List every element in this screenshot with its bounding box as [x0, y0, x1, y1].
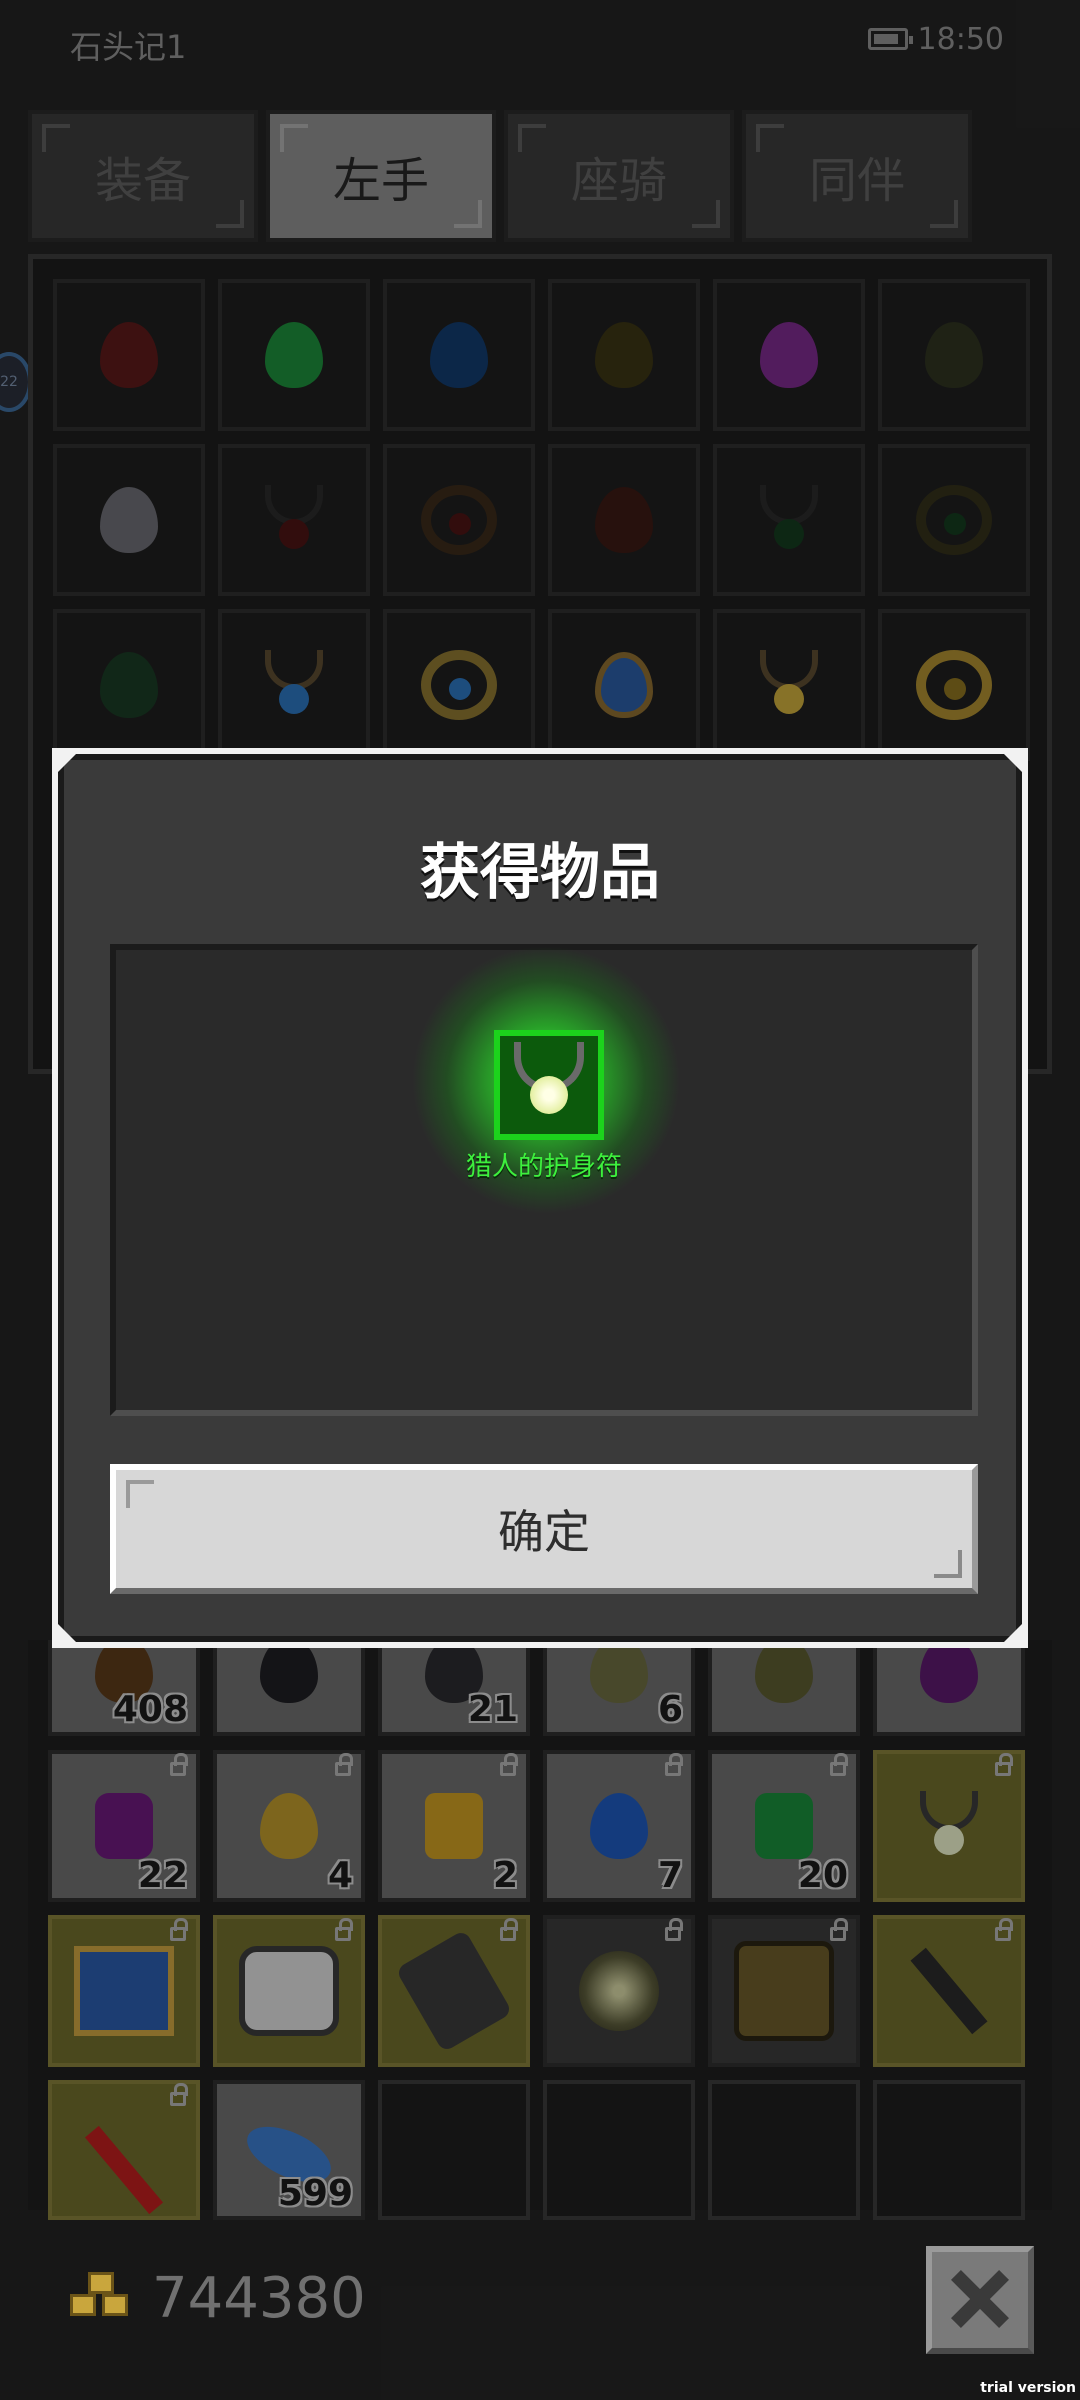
reward-area: 猎人的护身符: [110, 944, 978, 1416]
confirm-button[interactable]: 确定: [110, 1464, 978, 1594]
dialog-corner: [1000, 750, 1026, 776]
confirm-label: 确定: [498, 1505, 590, 1559]
reward-item-name: 猎人的护身符: [465, 1152, 622, 1182]
trial-watermark: trial version: [980, 2380, 1076, 2396]
gold-amount: 744380: [152, 2266, 366, 2331]
close-button[interactable]: [926, 2246, 1034, 2354]
dialog-title: 获得物品: [420, 838, 660, 908]
item-obtained-dialog: 获得物品 猎人的护身符 确定: [52, 748, 1028, 1648]
gold-coins-icon: [70, 2272, 132, 2322]
dialog-corner: [54, 1620, 80, 1646]
hunter-amulet-icon[interactable]: [494, 1030, 604, 1140]
dialog-corner: [1000, 1620, 1026, 1646]
dialog-corner: [54, 750, 80, 776]
